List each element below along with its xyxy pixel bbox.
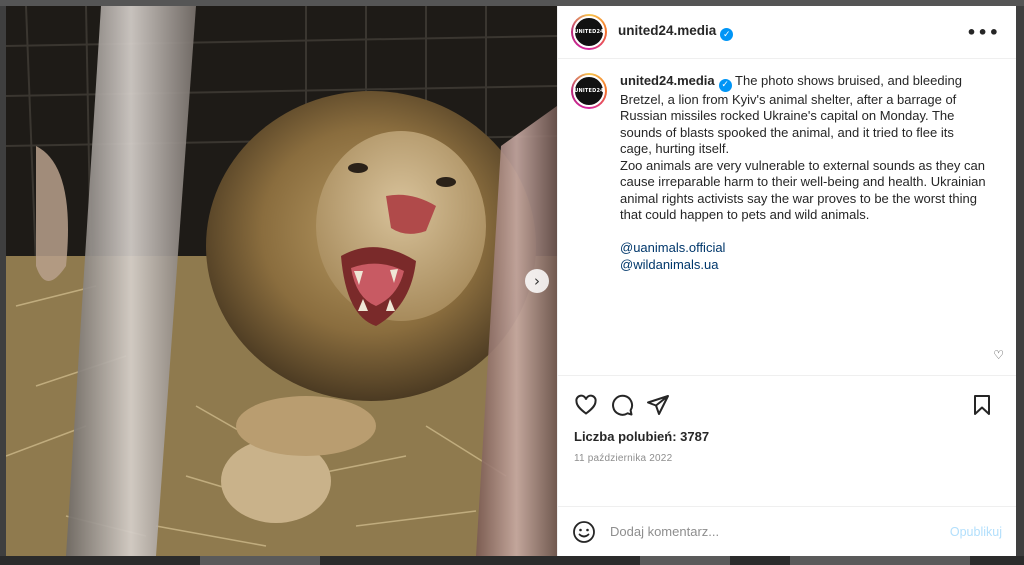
author-username-text[interactable]: united24.media <box>618 23 716 38</box>
smiley-icon[interactable] <box>572 520 596 544</box>
comment-icon[interactable] <box>610 393 634 417</box>
caption-avatar-logo: UNITED24 <box>573 75 605 107</box>
likes-count[interactable]: Liczba polubień: 3787 <box>574 429 1000 444</box>
lion-photo <box>6 6 557 556</box>
caption-verified-badge-icon: ✓ <box>718 78 732 92</box>
tag-link[interactable]: @wildanimals.ua <box>620 257 988 274</box>
avatar-logo: UNITED24 <box>573 16 605 48</box>
caption-avatar[interactable]: UNITED24 <box>571 73 607 109</box>
comment-input[interactable] <box>610 524 950 539</box>
comment-composer: Opublikuj <box>558 506 1016 556</box>
post-side-panel: UNITED24 united24.media ✓ ••• UNITED24 un… <box>557 6 1016 556</box>
author-username[interactable]: united24.media ✓ <box>618 23 734 42</box>
tag-link[interactable]: @uanimals.official <box>620 240 988 257</box>
action-bar <box>574 376 1000 428</box>
caption-area: UNITED24 united24.media ✓ The photo shows… <box>558 59 1016 375</box>
bookmark-icon[interactable] <box>970 393 994 417</box>
post-header: UNITED24 united24.media ✓ ••• <box>558 6 1016 59</box>
caption-paragraph-2: Zoo animals are very vulnerable to exter… <box>620 157 986 223</box>
post-photo[interactable]: › <box>6 6 557 556</box>
post-modal: › UNITED24 united24.media ✓ ••• UNITED24 … <box>6 6 1016 556</box>
avatar[interactable]: UNITED24 <box>571 14 607 50</box>
publish-button[interactable]: Opublikuj <box>950 525 1002 539</box>
post-date[interactable]: 11 października 2022 <box>574 453 1000 464</box>
verified-badge-icon: ✓ <box>720 28 734 42</box>
backdrop-strip <box>0 556 1024 565</box>
caption-like-heart-icon[interactable]: ♡ <box>993 348 1004 362</box>
heart-icon[interactable] <box>574 393 598 417</box>
more-options-ellipsis-icon[interactable]: ••• <box>966 23 1000 42</box>
carousel-next-button[interactable]: › <box>525 269 549 293</box>
caption-username[interactable]: united24.media <box>620 73 715 88</box>
paper-plane-icon[interactable] <box>646 393 670 417</box>
caption: united24.media ✓ The photo shows bruised,… <box>620 73 988 375</box>
actions-section: Liczba polubień: 3787 11 października 20… <box>558 375 1016 505</box>
